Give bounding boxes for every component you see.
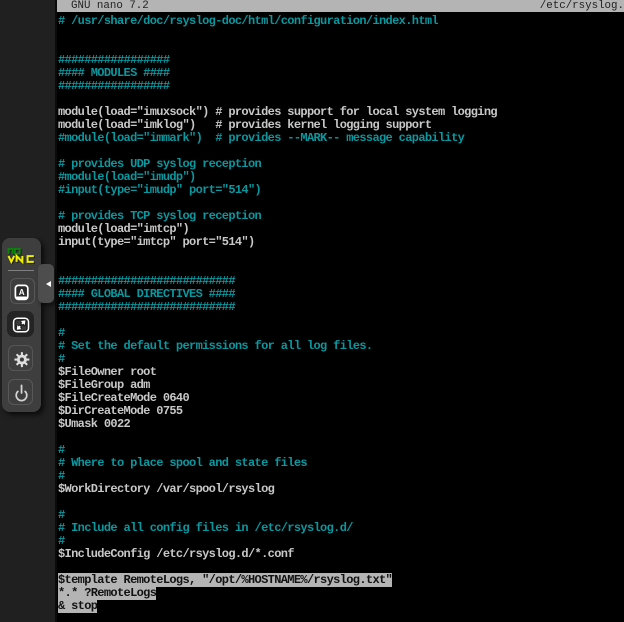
svg-text:A: A	[19, 288, 25, 297]
